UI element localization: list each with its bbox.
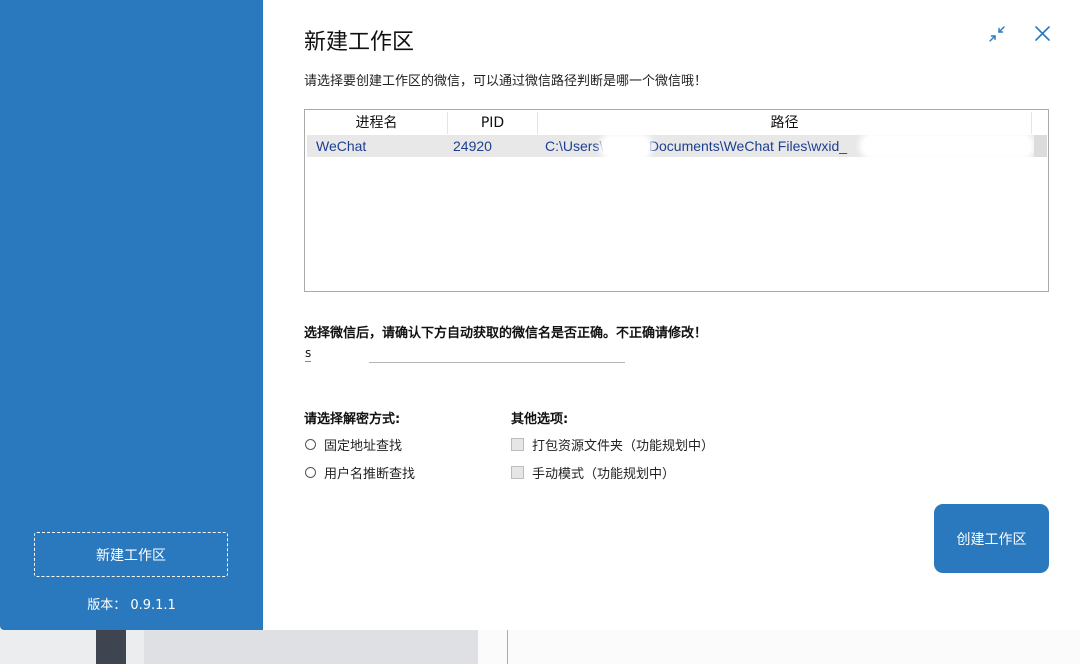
name-warning-text: 选择微信后，请确认下方自动获取的微信名是否正确。不正确请修改！: [304, 326, 708, 341]
background-panel: [144, 628, 478, 664]
pid-cell: 24920: [453, 138, 492, 154]
other-options-title: 其他选项:: [511, 412, 569, 427]
decrypt-method-title: 请选择解密方式:: [304, 412, 401, 427]
table-header: 进程名 PID 路径: [306, 112, 1047, 134]
redaction-mark: [603, 137, 649, 157]
create-workspace-button[interactable]: 创建工作区: [934, 504, 1049, 573]
background-dark-strip: [96, 628, 126, 664]
table-row[interactable]: WeChat 24920 C:\Users\ \Documents\WeChat…: [307, 135, 1047, 157]
column-header-process[interactable]: 进程名: [306, 112, 448, 134]
close-button[interactable]: [1031, 22, 1055, 46]
process-name-cell: WeChat: [316, 138, 367, 154]
redaction-mark: [863, 136, 1031, 156]
checkbox-icon[interactable]: [511, 438, 524, 451]
new-workspace-dialog: 新建工作区 版本： 0.9.1.1 新建工作区 请选择要创建工作区的微信，可以通…: [0, 0, 1080, 630]
option-manual-mode[interactable]: 手动模式（功能规划中）: [511, 463, 675, 482]
radio-icon[interactable]: [305, 467, 316, 478]
column-header-pid[interactable]: PID: [448, 112, 538, 134]
version-label: 版本： 0.9.1.1: [87, 598, 176, 613]
option-label: 手动模式（功能规划中）: [532, 467, 676, 482]
column-header-path[interactable]: 路径: [538, 112, 1032, 134]
option-pack-resources[interactable]: 打包资源文件夹（功能规划中）: [511, 435, 714, 454]
option-label: 固定地址查找: [324, 439, 403, 454]
checkbox-icon[interactable]: [511, 466, 524, 479]
background-divider: [507, 628, 508, 664]
option-label: 用户名推断查找: [324, 467, 416, 482]
collapse-arrows-icon: [986, 22, 1010, 46]
path-cell-start: C:\Users\: [545, 138, 604, 154]
wechat-name-input[interactable]: [369, 344, 625, 363]
row-end-filler: [1034, 135, 1047, 157]
close-icon: [1031, 22, 1055, 46]
collapse-button[interactable]: [986, 22, 1010, 46]
dialog-title: 新建工作区: [304, 30, 415, 55]
wechat-name-label: s: [305, 346, 312, 362]
path-cell-middle: \Documents\WeChat Files\wxid_: [645, 138, 848, 154]
background-app-area: [478, 628, 1080, 664]
wechat-process-table: 进程名 PID 路径 WeChat 24920 C:\Users\ \Docum…: [304, 109, 1049, 292]
decrypt-option-fixed-address[interactable]: 固定地址查找: [305, 435, 402, 454]
decrypt-option-username-infer[interactable]: 用户名推断查找: [305, 463, 415, 482]
sidebar: 新建工作区 版本： 0.9.1.1: [0, 0, 263, 630]
sidebar-new-workspace-button[interactable]: 新建工作区: [34, 532, 228, 577]
option-label: 打包资源文件夹（功能规划中）: [532, 439, 715, 454]
dialog-subtitle: 请选择要创建工作区的微信，可以通过微信路径判断是哪一个微信哦！: [304, 74, 708, 89]
radio-icon[interactable]: [305, 439, 316, 450]
